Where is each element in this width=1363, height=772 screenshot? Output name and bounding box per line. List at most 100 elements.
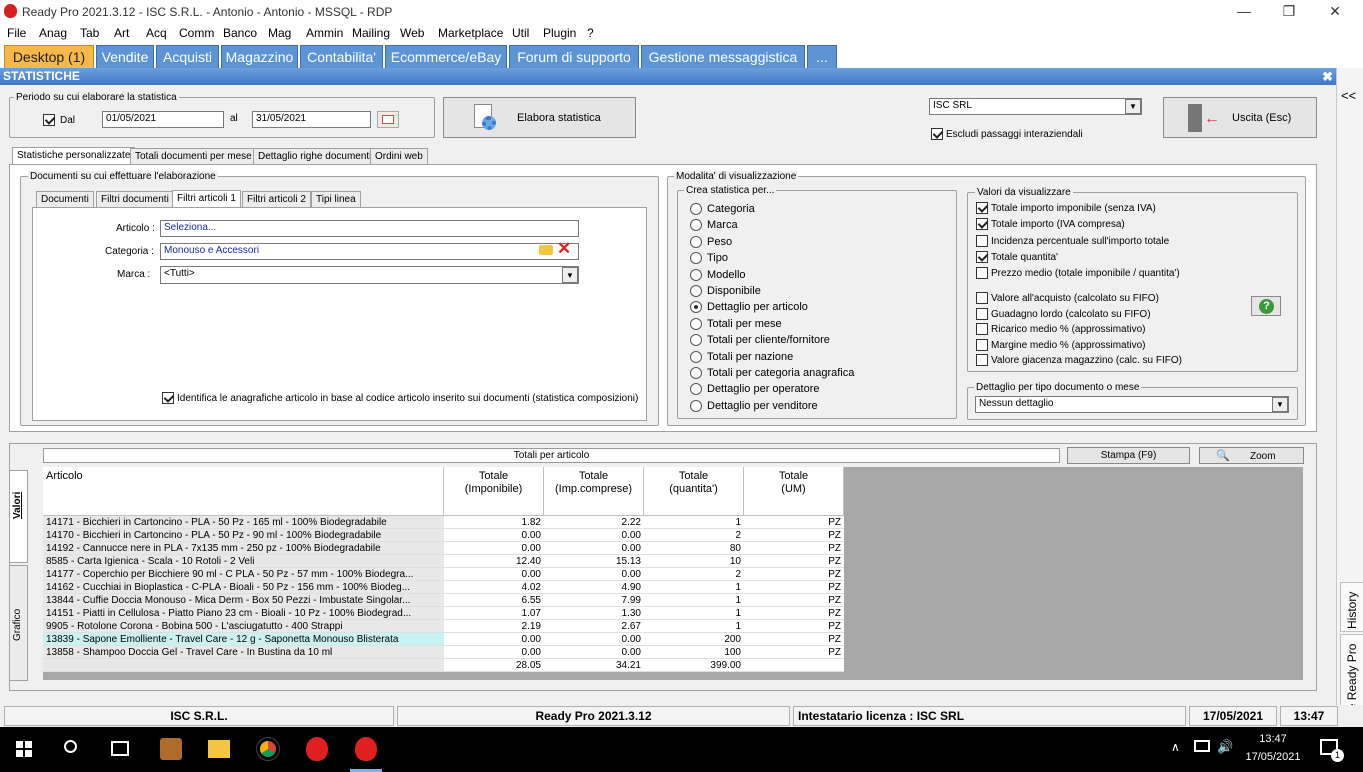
tray-chevron-icon[interactable]: ∧	[1171, 740, 1180, 754]
crea-radio-5[interactable]	[690, 285, 702, 297]
dal-checkbox[interactable]	[43, 114, 55, 126]
menu-tab[interactable]: Tab	[80, 26, 99, 40]
header-quantita[interactable]: Totale (quantita')	[644, 467, 744, 516]
crea-radio-7[interactable]	[690, 317, 702, 330]
valori-checkbox-5[interactable]	[976, 292, 988, 304]
valori-checkbox-4[interactable]	[976, 267, 988, 279]
stampa-button[interactable]: Stampa (F9)	[1067, 447, 1190, 464]
menu-file[interactable]: File	[7, 26, 26, 40]
crea-radio-9[interactable]	[690, 350, 702, 363]
menu-ammin[interactable]: Ammin	[306, 26, 343, 40]
network-icon[interactable]	[1194, 740, 1210, 752]
table-row[interactable]: 13858 - Shampoo Doccia Gel - Travel Care…	[43, 646, 844, 659]
menu-web[interactable]: Web	[400, 26, 424, 40]
tab-forum[interactable]: Forum di supporto	[509, 45, 639, 68]
crea-radio-12[interactable]	[690, 399, 702, 412]
elabora-button[interactable]: Elabora statistica	[443, 97, 636, 138]
collapse-icon[interactable]: <<	[1341, 88, 1356, 103]
tab-ecommerce[interactable]: Ecommerce/eBay	[385, 45, 507, 68]
zoom-button[interactable]: 🔍 Zoom	[1199, 447, 1304, 464]
remote-desktop-icon[interactable]	[160, 738, 182, 760]
header-um[interactable]: Totale (UM)	[744, 467, 844, 516]
marca-select[interactable]: <Tutti>	[160, 266, 579, 284]
maximize-button[interactable]: ❐	[1266, 0, 1312, 23]
company-select[interactable]: ISC SRL	[929, 98, 1142, 115]
menu-help[interactable]: ?	[587, 26, 594, 40]
minimize-button[interactable]: —	[1221, 0, 1267, 23]
menu-mag[interactable]: Mag	[268, 26, 291, 40]
tab-filtri-articoli-1[interactable]: Filtri articoli 1	[172, 190, 241, 207]
table-row[interactable]: 13839 - Sapone Emolliente - Travel Care …	[43, 633, 844, 646]
valori-checkbox-0[interactable]	[976, 202, 988, 214]
table-row[interactable]: 9905 - Rotolone Corona - Bobina 500 - L'…	[43, 620, 844, 633]
table-row[interactable]: 14192 - Cannucce nere in PLA - 7x135 mm …	[43, 542, 844, 555]
crea-radio-2[interactable]	[690, 235, 702, 248]
uscita-button[interactable]: ← Uscita (Esc)	[1163, 97, 1317, 138]
table-row[interactable]: 14171 - Bicchieri in Cartoncino - PLA - …	[43, 516, 844, 529]
menu-plugin[interactable]: Plugin	[543, 26, 576, 40]
header-imp-comprese[interactable]: Totale (Imp.comprese)	[544, 467, 644, 516]
al-date-input[interactable]: 31/05/2021	[252, 111, 371, 128]
tab-totali-documenti-mese[interactable]: Totali documenti per mese	[130, 148, 257, 164]
crea-radio-0[interactable]	[690, 203, 702, 215]
dettaglio-select[interactable]: Nessun dettaglio	[975, 396, 1289, 413]
valori-checkbox-3[interactable]	[976, 251, 988, 263]
table-row[interactable]: 14170 - Bicchieri in Cartoncino - PLA - …	[43, 529, 844, 542]
explorer-icon[interactable]	[208, 740, 230, 758]
identifica-checkbox[interactable]	[162, 392, 174, 404]
tab-tipi-linea[interactable]: Tipi linea	[311, 191, 361, 207]
table-row[interactable]: 14162 - Cucchiai in Bioplastica - C-PLA …	[43, 581, 844, 594]
categoria-input[interactable]: Monouso e Accessori	[160, 243, 579, 260]
table-row[interactable]: 14151 - Piatti in Cellulosa - Piatto Pia…	[43, 607, 844, 620]
readypro-active-icon[interactable]	[355, 737, 377, 761]
tab-more[interactable]: ...	[807, 45, 837, 68]
menu-acq[interactable]: Acq	[146, 26, 167, 40]
tab-filtri-articoli-2[interactable]: Filtri articoli 2	[242, 191, 311, 207]
company-dropdown-icon[interactable]: ▼	[1125, 99, 1141, 114]
tab-acquisti[interactable]: Acquisti	[156, 45, 219, 68]
tab-statistiche-personalizzate[interactable]: Statistiche personalizzate	[12, 147, 136, 164]
crea-radio-4[interactable]	[690, 268, 702, 281]
dettaglio-dropdown-icon[interactable]: ▼	[1272, 397, 1288, 412]
tab-dettaglio-righe[interactable]: Dettaglio righe documenti	[253, 148, 377, 164]
totals-row[interactable]: 28.05 34.21 399.00	[43, 659, 844, 672]
header-articolo[interactable]: Articolo	[43, 467, 444, 516]
table-row[interactable]: 8585 - Carta Igienica - Scala - 10 Rotol…	[43, 555, 844, 568]
history-tab[interactable]: History	[1340, 582, 1363, 632]
tab-documenti[interactable]: Documenti	[36, 191, 94, 207]
section-close-icon[interactable]: ✖	[1322, 68, 1333, 85]
tab-vendite[interactable]: Vendite	[96, 45, 154, 68]
crea-radio-10[interactable]	[690, 367, 702, 379]
clear-icon[interactable]: ✕	[557, 240, 571, 257]
table-row[interactable]: 13844 - Cuffie Doccia Monouso - Mica Der…	[43, 594, 844, 607]
volume-icon[interactable]: 🔊	[1217, 739, 1233, 755]
table-row[interactable]: 14177 - Coperchio per Bicchiere 90 ml - …	[43, 568, 844, 581]
tab-contabilita[interactable]: Contabilita'	[300, 45, 383, 68]
chrome-icon[interactable]	[256, 737, 280, 761]
articolo-input[interactable]: Seleziona...	[160, 220, 579, 237]
tab-valori[interactable]: Valori	[9, 470, 28, 563]
valori-checkbox-6[interactable]	[976, 308, 988, 320]
escludi-checkbox[interactable]	[931, 128, 943, 140]
marca-dropdown-icon[interactable]: ▼	[562, 267, 578, 283]
valori-checkbox-7[interactable]	[976, 323, 988, 335]
dal-date-input[interactable]: 01/05/2021	[102, 111, 224, 128]
search-icon[interactable]	[64, 740, 77, 753]
tab-desktop[interactable]: Desktop (1)	[4, 45, 94, 68]
menu-util[interactable]: Util	[512, 26, 529, 40]
tab-magazzino[interactable]: Magazzino	[221, 45, 298, 68]
help-button[interactable]: ?	[1251, 296, 1281, 316]
taskbar-time[interactable]: 13:47	[1245, 733, 1301, 745]
menu-anag[interactable]: Anag	[39, 26, 67, 40]
valori-checkbox-2[interactable]	[976, 235, 988, 247]
menu-comm[interactable]: Comm	[179, 26, 214, 40]
windows-start-icon[interactable]	[16, 741, 32, 757]
folder-icon[interactable]	[539, 245, 553, 255]
menu-marketplace[interactable]: Marketplace	[438, 26, 503, 40]
calendar-icon[interactable]	[377, 111, 399, 128]
task-view-icon[interactable]	[111, 741, 129, 756]
menu-mailing[interactable]: Mailing	[352, 26, 390, 40]
tab-grafico[interactable]: Grafico	[9, 565, 28, 681]
valori-checkbox-9[interactable]	[976, 354, 988, 366]
menu-banco[interactable]: Banco	[223, 26, 257, 40]
